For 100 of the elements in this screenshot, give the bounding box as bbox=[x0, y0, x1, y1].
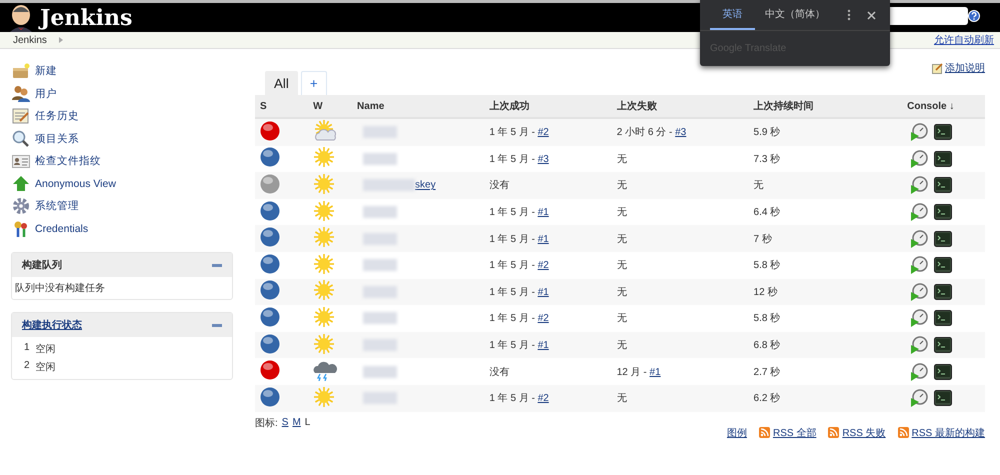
build-info: 1 年 5 月 - bbox=[489, 340, 536, 352]
rss-link[interactable]: RSS 失败 bbox=[842, 426, 886, 440]
build-link[interactable]: #2 bbox=[538, 260, 549, 272]
terminal-icon[interactable] bbox=[934, 364, 952, 380]
build-info: 无 bbox=[616, 180, 627, 192]
column-header[interactable]: Name bbox=[357, 100, 384, 112]
id-card-icon bbox=[12, 154, 30, 168]
sidebar-item[interactable]: 项目关系 bbox=[11, 128, 233, 150]
icon-size-label: 图标: bbox=[255, 416, 278, 430]
butler-logo-icon[interactable] bbox=[8, 4, 34, 32]
build-link[interactable]: #1 bbox=[538, 234, 549, 245]
sidebar-item[interactable]: 任务历史 bbox=[11, 105, 233, 128]
column-header[interactable]: 上次失败 bbox=[616, 101, 657, 112]
terminal-icon[interactable] bbox=[934, 310, 952, 326]
sun-icon bbox=[313, 386, 336, 408]
terminal-icon[interactable] bbox=[934, 177, 952, 194]
breadcrumb-link[interactable]: Jenkins bbox=[13, 34, 47, 46]
language-tab[interactable]: 英语 bbox=[710, 0, 755, 30]
clock-play-icon[interactable] bbox=[910, 150, 928, 168]
terminal-icon[interactable] bbox=[934, 124, 952, 140]
terminal-icon[interactable] bbox=[934, 257, 952, 274]
build-link[interactable]: #1 bbox=[538, 207, 549, 218]
clock-play-icon[interactable] bbox=[910, 256, 928, 274]
sidebar-item[interactable]: 用户 bbox=[11, 82, 233, 105]
terminal-icon[interactable] bbox=[934, 230, 952, 247]
duration-text: 5.8 秒 bbox=[754, 260, 780, 272]
build-info: 无 bbox=[616, 234, 627, 245]
build-info: 无 bbox=[616, 286, 627, 298]
more-icon[interactable] bbox=[847, 9, 851, 21]
panel-title: 构建队列 bbox=[22, 258, 62, 272]
build-link[interactable]: #1 bbox=[538, 340, 549, 352]
build-link[interactable]: #2 bbox=[538, 393, 549, 404]
build-info: 无 bbox=[616, 313, 627, 324]
language-tab[interactable]: 中文（简体） bbox=[755, 0, 835, 30]
column-header[interactable]: S bbox=[260, 100, 267, 112]
build-info: 1 年 5 月 - bbox=[489, 154, 536, 165]
add-description-link[interactable]: 添加说明 bbox=[945, 61, 985, 75]
terminal-icon[interactable] bbox=[934, 284, 952, 300]
terminal-icon[interactable] bbox=[934, 204, 952, 220]
executor-status: 空闲 bbox=[36, 360, 56, 374]
build-info: 没有 bbox=[489, 366, 510, 378]
build-info: 1 年 5 月 - bbox=[489, 393, 536, 404]
clock-play-icon[interactable] bbox=[910, 282, 928, 301]
blurred-name bbox=[363, 152, 398, 165]
column-header[interactable]: Console ↓ bbox=[907, 100, 954, 112]
build-link[interactable]: #1 bbox=[650, 366, 661, 378]
job-link[interactable]: skey bbox=[415, 180, 436, 192]
build-link[interactable]: #1 bbox=[538, 286, 549, 298]
duration-text: 7 秒 bbox=[754, 234, 772, 245]
clock-play-icon[interactable] bbox=[910, 362, 928, 381]
blurred-name bbox=[363, 232, 398, 245]
build-link[interactable]: #3 bbox=[675, 127, 686, 138]
column-header[interactable]: 上次成功 bbox=[489, 101, 530, 112]
column-header[interactable]: W bbox=[313, 100, 323, 112]
build-info: 1 年 5 月 - bbox=[489, 313, 536, 324]
sidebar-item[interactable]: Credentials bbox=[11, 218, 233, 240]
rss-link[interactable]: RSS 全部 bbox=[772, 426, 816, 440]
build-info: 1 年 5 月 - bbox=[489, 286, 536, 298]
sidebar-item[interactable]: Anonymous View bbox=[11, 172, 233, 195]
clock-play-icon[interactable] bbox=[910, 123, 928, 142]
collapse-button[interactable] bbox=[212, 324, 222, 326]
sun-icon bbox=[313, 332, 336, 355]
duration-text: 6.2 秒 bbox=[754, 393, 780, 404]
rss-icon bbox=[758, 427, 770, 438]
terminal-icon[interactable] bbox=[934, 390, 952, 406]
sidebar-item[interactable]: 检查文件指纹 bbox=[11, 150, 233, 172]
view-tab[interactable]: + bbox=[300, 71, 327, 95]
terminal-icon[interactable] bbox=[934, 337, 952, 354]
sun-icon bbox=[313, 146, 336, 168]
sidebar-item[interactable]: 新建 bbox=[11, 60, 233, 82]
clock-play-icon[interactable] bbox=[910, 230, 928, 248]
sun-icon bbox=[313, 172, 336, 195]
auto-refresh-link[interactable]: 允许自动刷新 bbox=[934, 33, 994, 47]
sun-icon bbox=[313, 226, 336, 248]
build-info: 没有 bbox=[489, 180, 510, 192]
collapse-button[interactable] bbox=[212, 264, 222, 266]
clock-play-icon[interactable] bbox=[910, 389, 928, 408]
duration-text: 无 bbox=[754, 180, 764, 192]
icon-size-option[interactable]: M bbox=[292, 417, 301, 428]
build-link[interactable]: #2 bbox=[538, 313, 549, 324]
legend-link[interactable]: 图例 bbox=[726, 426, 747, 440]
sidebar-item[interactable]: 系统管理 bbox=[11, 195, 233, 218]
build-link[interactable]: #2 bbox=[538, 127, 549, 138]
build-info: 无 bbox=[616, 154, 627, 165]
terminal-icon[interactable] bbox=[934, 150, 952, 167]
clock-play-icon[interactable] bbox=[910, 176, 928, 194]
clock-play-icon[interactable] bbox=[910, 309, 928, 328]
close-icon[interactable] bbox=[867, 10, 876, 20]
view-tab[interactable]: All bbox=[265, 71, 298, 95]
icon-size-option[interactable]: L bbox=[304, 417, 310, 428]
clock-play-icon[interactable] bbox=[910, 336, 928, 354]
build-link[interactable]: #3 bbox=[538, 154, 549, 165]
rss-link[interactable]: RSS 最新的构建 bbox=[912, 426, 985, 440]
sun-icon bbox=[313, 306, 336, 328]
build-info: 1 年 5 月 - bbox=[489, 260, 536, 272]
blurred-name bbox=[363, 259, 398, 272]
clock-play-icon[interactable] bbox=[910, 203, 928, 222]
panel-title-link[interactable]: 构建执行状态 bbox=[22, 318, 82, 332]
icon-size-option[interactable]: S bbox=[282, 417, 288, 428]
notepad-icon bbox=[12, 108, 30, 124]
